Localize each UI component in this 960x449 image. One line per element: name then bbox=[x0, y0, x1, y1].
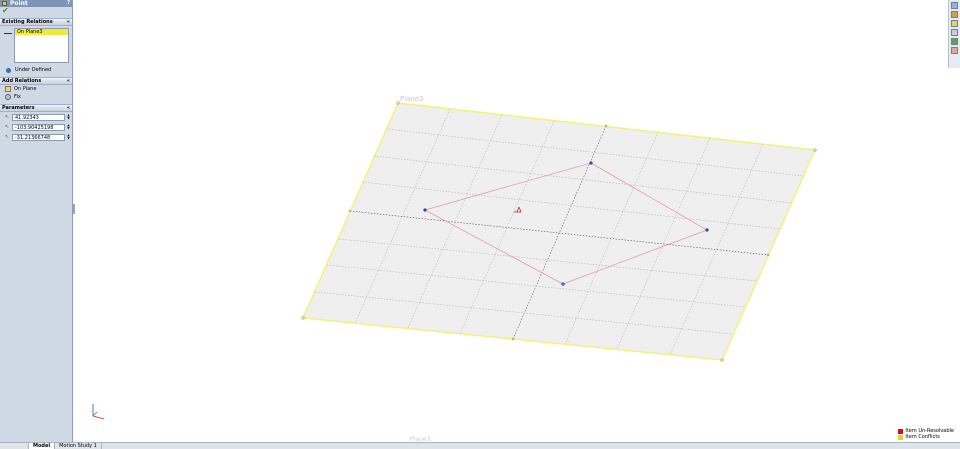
add-relation-label: Fix bbox=[14, 94, 21, 100]
z-coordinate-field[interactable]: -31.21366748 bbox=[12, 133, 65, 141]
task-pane bbox=[948, 0, 960, 68]
parameters-title: Parameters bbox=[2, 105, 35, 111]
file-explorer-icon[interactable] bbox=[951, 20, 958, 27]
add-relation-label: On Plane bbox=[14, 86, 37, 92]
param-y-row: ↖ -103.90425198 ▲ ▼ bbox=[0, 122, 72, 132]
splitter-grip[interactable] bbox=[73, 204, 75, 214]
legend-label: Item Conflicts bbox=[905, 434, 940, 440]
tab-scroll-arrows[interactable] bbox=[0, 443, 29, 449]
view-triad-icon bbox=[92, 404, 105, 420]
collapse-chevron-icon[interactable]: « bbox=[67, 78, 70, 84]
definition-status: Under Defined bbox=[0, 66, 72, 74]
sketch-point[interactable] bbox=[423, 208, 427, 212]
existing-relations-title: Existing Relations bbox=[2, 19, 53, 25]
y-coordinate-field[interactable]: -103.90425198 bbox=[12, 123, 65, 131]
design-library-icon[interactable] bbox=[951, 11, 958, 18]
sketch-point[interactable] bbox=[561, 282, 565, 286]
x-spinner[interactable]: ▲ ▼ bbox=[66, 113, 71, 121]
property-manager: Point ? ✔ Existing Relations « On Plane3… bbox=[0, 0, 73, 442]
parameters-group: Parameters « ↖ 41.92343 ▲ ▼ ↖ -103.904251… bbox=[0, 104, 72, 142]
add-relation-fix[interactable]: Fix bbox=[0, 93, 72, 101]
legend-item: Item Conflicts bbox=[898, 434, 954, 440]
custom-properties-icon[interactable] bbox=[951, 47, 958, 54]
tab-model[interactable]: Model bbox=[29, 443, 56, 449]
existing-relations-header[interactable]: Existing Relations « bbox=[0, 18, 72, 26]
add-relations-title: Add Relations bbox=[2, 78, 42, 84]
parameters-header[interactable]: Parameters « bbox=[0, 104, 72, 112]
param-z-row: ↖ -31.21366748 ▲ ▼ bbox=[0, 132, 72, 142]
help-icon[interactable]: ? bbox=[67, 0, 70, 7]
y-spinner[interactable]: ▲ ▼ bbox=[66, 123, 71, 131]
add-relations-header[interactable]: Add Relations « bbox=[0, 77, 72, 85]
plane-surface[interactable] bbox=[301, 102, 817, 361]
resources-icon[interactable] bbox=[951, 2, 958, 9]
sketch-point[interactable] bbox=[589, 161, 593, 165]
list-item[interactable]: On Plane3 bbox=[15, 29, 68, 35]
y-coordinate-icon: ↖ bbox=[5, 124, 10, 130]
collapse-chevron-icon[interactable]: « bbox=[67, 19, 70, 25]
pm-title-bar: Point ? bbox=[0, 0, 72, 7]
collapse-chevron-icon[interactable]: « bbox=[67, 105, 70, 111]
add-relation-on-plane[interactable]: On Plane bbox=[0, 85, 72, 93]
z-coordinate-icon: ↖ bbox=[5, 134, 10, 140]
z-spinner[interactable]: ▲ ▼ bbox=[66, 133, 71, 141]
definition-status-text: Under Defined bbox=[15, 67, 52, 73]
legend-swatch bbox=[898, 428, 904, 434]
add-relations-group: Add Relations « On Plane Fix bbox=[0, 77, 72, 101]
plane-label: Plane3 bbox=[400, 95, 424, 103]
existing-relations-group: Existing Relations « On Plane3 Under Def… bbox=[0, 18, 72, 74]
x-coordinate-field[interactable]: 41.92343 bbox=[12, 113, 65, 121]
view-palette-icon[interactable] bbox=[951, 29, 958, 36]
legend-swatch bbox=[898, 434, 904, 440]
graphics-area[interactable]: Plane3 bbox=[76, 0, 948, 442]
relation-legend: Item Un-Resolvable Item Conflicts bbox=[898, 428, 954, 440]
relation-line-icon bbox=[4, 33, 12, 34]
sketch-point[interactable] bbox=[705, 228, 709, 232]
param-x-row: ↖ 41.92343 ▲ ▼ bbox=[0, 112, 72, 122]
fix-icon bbox=[5, 94, 11, 100]
x-coordinate-icon: ↖ bbox=[5, 114, 10, 120]
pm-title: Point bbox=[10, 0, 28, 7]
ok-button[interactable]: ✔ bbox=[0, 7, 72, 15]
tab-motion-study[interactable]: Motion Study 1 bbox=[55, 443, 102, 449]
appearances-icon[interactable] bbox=[951, 38, 958, 45]
existing-relations-list[interactable]: On Plane3 bbox=[14, 28, 69, 63]
info-icon bbox=[6, 67, 11, 73]
on-plane-icon bbox=[5, 86, 11, 92]
